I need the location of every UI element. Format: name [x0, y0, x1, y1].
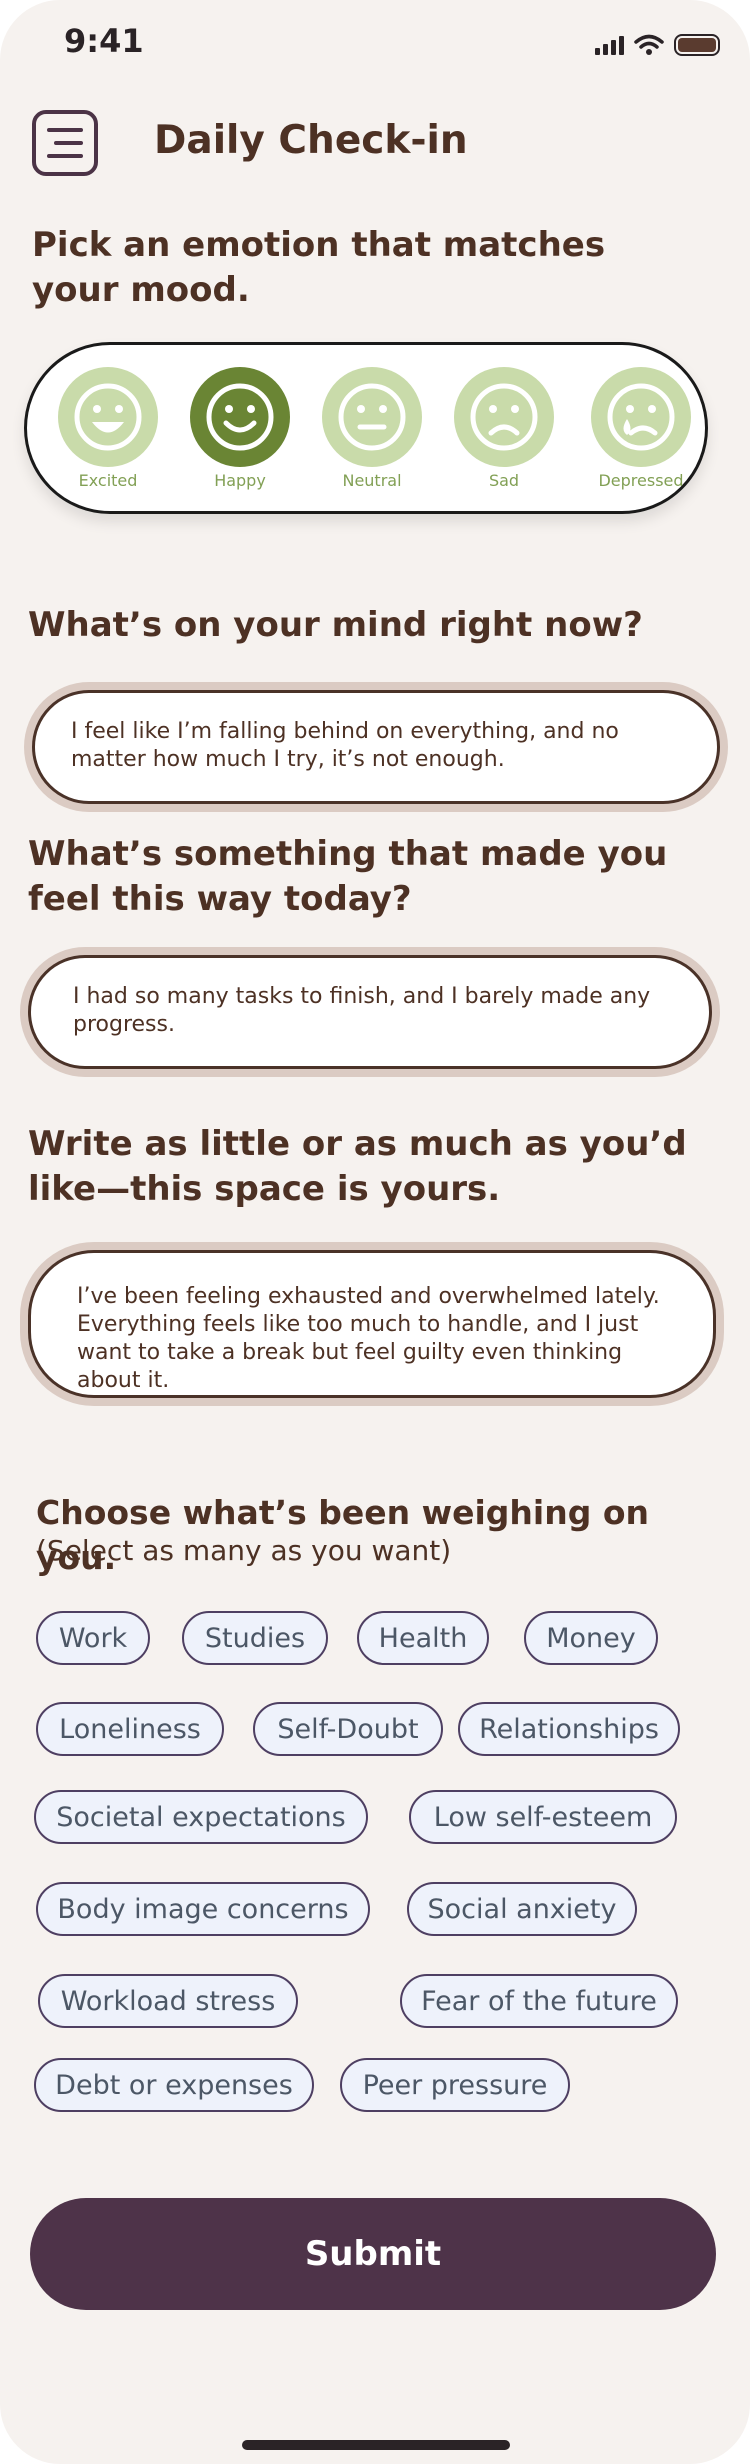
smiling-face-icon [206, 383, 274, 451]
emotion-label: Excited [78, 471, 138, 490]
concerns-subtitle: (Select as many as you want) [36, 1534, 452, 1567]
mood-question: Pick an emotion that matches your mood. [32, 225, 606, 310]
answer-cause-field[interactable]: I had so many tasks to finish, and I bar… [28, 955, 712, 1069]
chip-low-self-esteem[interactable]: Low self-esteem [409, 1790, 677, 1844]
chip-workload-stress[interactable]: Workload stress [38, 1974, 298, 2028]
status-icons [595, 30, 720, 60]
phone-screen: 9:41 Daily Check-in Pick an emotion that… [0, 0, 750, 2464]
chip-health[interactable]: Health [357, 1611, 489, 1665]
question-journal: Write as little or as much as you’d like… [28, 1124, 687, 1209]
emotion-label: Depressed [598, 471, 684, 490]
chip-peer-pressure[interactable]: Peer pressure [340, 2058, 570, 2112]
chip-body-image-concerns[interactable]: Body image concerns [36, 1882, 370, 1936]
battery-icon [674, 34, 720, 56]
chip-relationships[interactable]: Relationships [458, 1702, 680, 1756]
emotion-option-excited[interactable]: Excited [53, 367, 163, 490]
answer-mind-field[interactable]: I feel like I’m falling behind on everyt… [32, 690, 720, 804]
emotion-label: Happy [214, 471, 266, 490]
chip-debt-or-expenses[interactable]: Debt or expenses [34, 2058, 314, 2112]
chip-social-anxiety[interactable]: Social anxiety [407, 1882, 637, 1936]
chip-loneliness[interactable]: Loneliness [36, 1702, 224, 1756]
menu-icon [47, 128, 83, 158]
cellular-signal-icon [595, 35, 624, 55]
emotion-label: Sad [488, 471, 520, 490]
neutral-face-icon [338, 383, 406, 451]
page-title: Daily Check-in [154, 118, 468, 163]
home-indicator [242, 2440, 510, 2450]
chip-work[interactable]: Work [36, 1611, 150, 1665]
emotion-option-neutral[interactable]: Neutral [317, 367, 427, 490]
answer-journal-field[interactable]: I’ve been feeling exhausted and overwhel… [28, 1250, 716, 1398]
emotion-option-happy[interactable]: Happy [185, 367, 295, 490]
emotion-option-depressed[interactable]: Depressed [586, 367, 696, 490]
chip-money[interactable]: Money [524, 1611, 658, 1665]
menu-button[interactable] [32, 110, 98, 176]
sad-face-icon [470, 383, 538, 451]
emotion-option-sad[interactable]: Sad [449, 367, 559, 490]
chip-studies[interactable]: Studies [182, 1611, 328, 1665]
grinning-face-icon [74, 383, 142, 451]
chip-societal-expectations[interactable]: Societal expectations [34, 1790, 368, 1844]
emotion-selector: Excited Happy Neutral Sad Depressed [24, 342, 708, 514]
question-mind: What’s on your mind right now? [28, 605, 643, 645]
status-time: 9:41 [64, 22, 144, 60]
question-cause: What’s something that made you feel this… [28, 834, 668, 919]
chip-fear-of-the-future[interactable]: Fear of the future [400, 1974, 678, 2028]
crying-face-icon [607, 383, 675, 451]
submit-button[interactable]: Submit [30, 2198, 716, 2310]
wifi-icon [634, 34, 664, 55]
chip-self-doubt[interactable]: Self-Doubt [253, 1702, 443, 1756]
emotion-label: Neutral [342, 471, 402, 490]
